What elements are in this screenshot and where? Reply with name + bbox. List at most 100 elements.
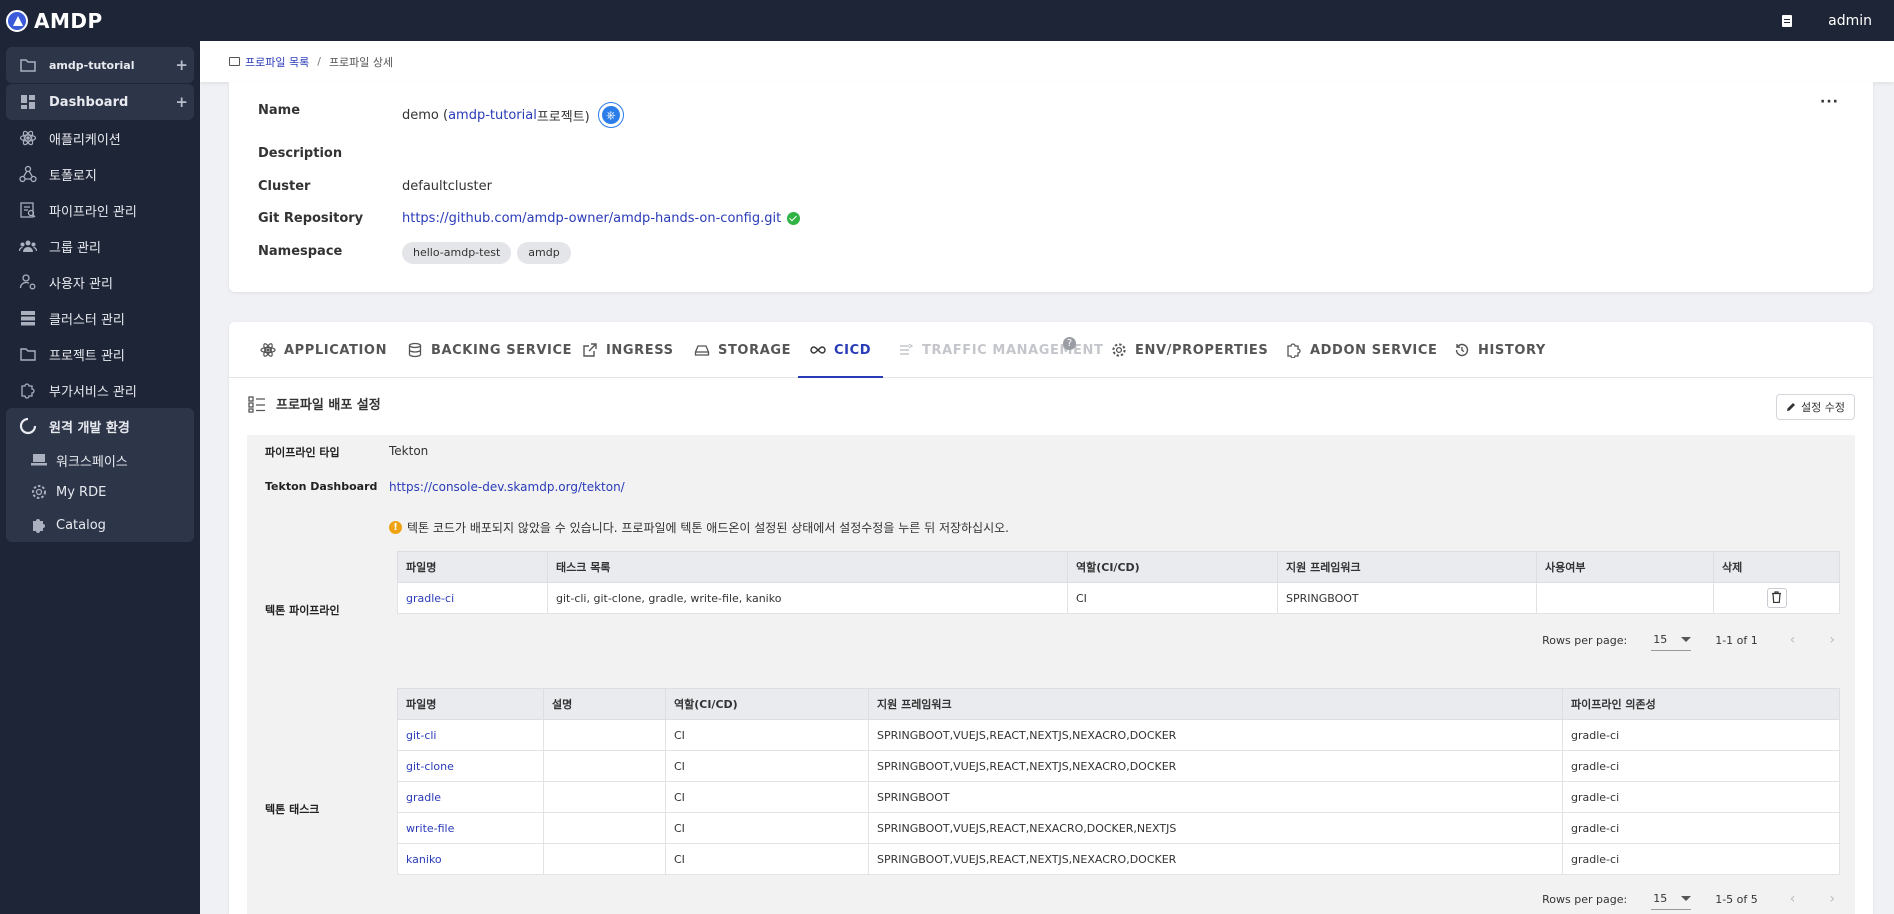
task-file-link[interactable]: kaniko: [406, 853, 442, 866]
user-menu[interactable]: admin: [1828, 13, 1872, 29]
external-link-icon: [582, 342, 598, 358]
tab-history[interactable]: HISTORY: [1454, 322, 1546, 378]
column-header[interactable]: 지원 프레임워크: [868, 688, 1563, 720]
sidebar-item-workspace[interactable]: 워크스페이스: [6, 444, 194, 476]
column-header[interactable]: 역할(CI/CD): [665, 688, 869, 720]
table-cell: SPRINGBOOT,VUEJS,REACT,NEXTJS,NEXACRO,DO…: [868, 750, 1563, 782]
puzzle-icon: [1286, 342, 1302, 358]
name-label: Name: [258, 103, 301, 118]
git-repository-label: Git Repository: [258, 211, 364, 226]
task-file-link[interactable]: git-clone: [406, 760, 454, 773]
infinity-icon: [810, 342, 826, 358]
rows-per-page-select[interactable]: 15: [1651, 888, 1692, 910]
tab-label: HISTORY: [1478, 342, 1546, 358]
next-page-button[interactable]: ›: [1829, 632, 1835, 648]
sidebar-item-label: 애플리케이션: [49, 132, 121, 148]
task-file-link[interactable]: gradle: [406, 791, 441, 804]
delete-button[interactable]: [1766, 588, 1787, 608]
table-header-row: 파일명 설명 역할(CI/CD) 지원 프레임워크 파이프라인 의존성: [397, 688, 1840, 720]
table-cell: gradle-ci: [1562, 843, 1840, 875]
tab-ingress[interactable]: INGRESS: [582, 322, 674, 378]
sidebar-item-addons[interactable]: 부가서비스 관리: [6, 372, 194, 408]
task-table-pagination: Rows per page: 15 1-5 of 5 ‹ ›: [1542, 888, 1835, 910]
add-dashboard-icon[interactable]: +: [175, 93, 188, 111]
sidebar-item-pipelines[interactable]: 파이프라인 관리: [6, 192, 194, 228]
sidebar-item-projects[interactable]: 프로젝트 관리: [6, 336, 194, 372]
tab-label: CICD: [834, 342, 872, 358]
rows-per-page-value: 15: [1653, 633, 1668, 646]
pagination-range: 1-5 of 5: [1715, 892, 1758, 906]
tab-storage[interactable]: STORAGE: [694, 322, 791, 378]
tekton-task-label: 텍톤 태스크: [265, 803, 320, 816]
breadcrumb-profile-list[interactable]: 프로파일 목록: [245, 54, 309, 70]
table-cell: gradle-ci: [1562, 812, 1840, 844]
next-page-button[interactable]: ›: [1829, 891, 1835, 907]
cluster-icon: [19, 309, 37, 327]
atom-icon: [260, 342, 276, 358]
column-header[interactable]: 역할(CI/CD): [1067, 551, 1278, 583]
tab-application[interactable]: APPLICATION: [260, 322, 387, 378]
edit-settings-button[interactable]: 설정 수정: [1776, 394, 1855, 420]
sidebar-item-applications[interactable]: 애플리케이션: [6, 120, 194, 156]
git-repository-link[interactable]: https://github.com/amdp-owner/amdp-hands…: [402, 211, 781, 226]
column-header[interactable]: 파이프라인 의존성: [1562, 688, 1840, 720]
pipeline-file-link[interactable]: gradle-ci: [406, 592, 454, 605]
table-cell: [543, 843, 666, 875]
rows-per-page-select[interactable]: 15: [1651, 629, 1692, 651]
table-cell: gradle: [397, 781, 544, 813]
more-options-button[interactable]: ···: [1820, 94, 1839, 110]
table-cell: kaniko: [397, 843, 544, 875]
document-icon[interactable]: [1782, 14, 1793, 27]
column-header[interactable]: 설명: [543, 688, 666, 720]
tab-label: BACKING SERVICE: [431, 342, 573, 358]
column-header[interactable]: 사용여부: [1536, 551, 1714, 583]
sidebar-item-label: 프로젝트 관리: [49, 348, 125, 364]
sidebar-item-my-rde[interactable]: My RDE: [6, 476, 194, 508]
namespace-label: Namespace: [258, 244, 343, 259]
help-icon[interactable]: ?: [1063, 337, 1076, 350]
description-label: Description: [258, 146, 343, 161]
tab-cicd[interactable]: CICD: [797, 322, 884, 378]
column-header[interactable]: 파일명: [397, 688, 544, 720]
git-repository-value: https://github.com/amdp-owner/amdp-hands…: [402, 211, 801, 226]
column-header[interactable]: 삭제: [1713, 551, 1840, 583]
table-cell: git-clone: [397, 750, 544, 782]
sidebar-item-clusters[interactable]: 클러스터 관리: [6, 300, 194, 336]
sidebar-item-catalog[interactable]: Catalog: [6, 508, 194, 542]
add-project-icon[interactable]: +: [175, 56, 188, 74]
sidebar-item-groups[interactable]: 그룹 관리: [6, 228, 194, 264]
tab-backing-service[interactable]: BACKING SERVICE: [407, 322, 572, 378]
tab-label: TRAFFIC MANAGEMENT: [922, 342, 1104, 358]
table-cell: [543, 781, 666, 813]
prev-page-button[interactable]: ‹: [1790, 632, 1796, 648]
pagination-range: 1-1 of 1: [1715, 633, 1758, 647]
task-file-link[interactable]: write-file: [406, 822, 454, 835]
sidebar-item-users[interactable]: 사용자 관리: [6, 264, 194, 300]
sidebar-item-dashboard[interactable]: Dashboard +: [6, 84, 194, 120]
tekton-warning: ! 텍톤 코드가 배포되지 않았을 수 있습니다. 프로파일에 텍톤 애드온이 …: [389, 519, 1009, 536]
sidebar-item-topology[interactable]: 토폴로지: [6, 156, 194, 192]
table-cell: CI: [665, 719, 869, 751]
prev-page-button[interactable]: ‹: [1790, 891, 1796, 907]
namespace-chip: hello-amdp-test: [402, 242, 512, 264]
gear-icon: [1111, 342, 1127, 358]
tekton-pipeline-table: 파일명 태스크 목록 역할(CI/CD) 지원 프레임워크 사용여부 삭제 gr…: [397, 551, 1840, 614]
task-file-link[interactable]: git-cli: [406, 729, 436, 742]
sidebar-item-label: 클러스터 관리: [49, 312, 125, 328]
column-header[interactable]: 태스크 목록: [547, 551, 1068, 583]
caret-down-icon: [1681, 637, 1692, 642]
tekton-dashboard-link[interactable]: https://console-dev.skamdp.org/tekton/: [389, 480, 625, 494]
column-header[interactable]: 지원 프레임워크: [1277, 551, 1537, 583]
kubernetes-icon: ⎈: [597, 102, 624, 128]
tab-env-properties[interactable]: ENV/PROPERTIES: [1111, 322, 1268, 378]
app-logo[interactable]: AMDP: [6, 9, 103, 33]
column-header[interactable]: 파일명: [397, 551, 548, 583]
profile-project-link[interactable]: amdp-tutorial: [448, 108, 537, 123]
sidebar-item-rde[interactable]: 원격 개발 환경: [6, 408, 194, 444]
puzzle-settings-icon: [19, 381, 37, 399]
pipeline-icon: [19, 201, 37, 219]
sidebar-project-selector[interactable]: amdp-tutorial +: [6, 47, 194, 83]
folder-icon: [19, 56, 37, 74]
rows-per-page-value: 15: [1653, 892, 1668, 905]
tab-addon-service[interactable]: ADDON SERVICE: [1286, 322, 1437, 378]
